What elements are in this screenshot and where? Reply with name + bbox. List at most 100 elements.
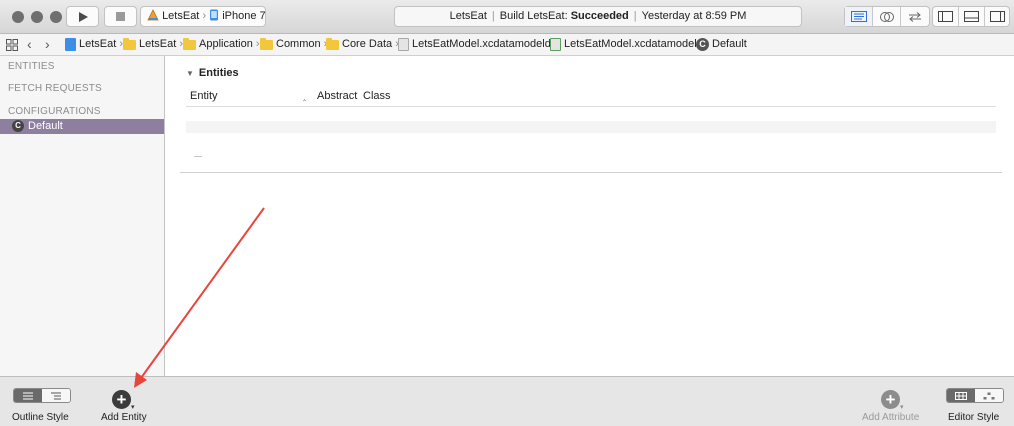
status-build-prefix: Build LetsEat: bbox=[499, 10, 568, 22]
jumpbar-item-application[interactable]: Application › bbox=[183, 34, 260, 55]
add-entity-button[interactable]: + bbox=[112, 390, 131, 409]
graph-style-button[interactable] bbox=[975, 389, 1003, 402]
toggle-navigator-button[interactable] bbox=[933, 7, 959, 26]
app-target-icon bbox=[147, 9, 159, 28]
jumpbar-label: LetsEatModel.xcdatamodeld bbox=[412, 38, 551, 50]
editor-style-toggle[interactable] bbox=[946, 388, 1004, 403]
editor-bottom-bar: Outline Style + ▾ Add Entity + ▾ Add Att… bbox=[0, 376, 1014, 426]
configuration-label: Default bbox=[28, 120, 63, 132]
scheme-project-label: LetsEat bbox=[162, 10, 200, 22]
editor-mode-segmented-control bbox=[844, 6, 930, 27]
outline-flat-button[interactable] bbox=[14, 389, 42, 402]
bottom-panel-icon bbox=[964, 11, 979, 22]
toggle-utilities-button[interactable] bbox=[985, 7, 1009, 26]
section-title-label: Entities bbox=[198, 67, 239, 79]
jumpbar-item-group[interactable]: LetsEat › bbox=[123, 34, 183, 55]
add-attribute-button[interactable]: + bbox=[881, 390, 900, 409]
panel-visibility-control bbox=[932, 6, 1010, 27]
model-outline-sidebar: ENTITIES FETCH REQUESTS CONFIGURATIONS C… bbox=[0, 56, 165, 376]
grid-icon bbox=[6, 38, 18, 51]
scheme-device-label: iPhone 7 bbox=[222, 10, 266, 22]
chevron-down-icon: ▾ bbox=[900, 404, 904, 411]
editor-style-label: Editor Style bbox=[948, 412, 1000, 423]
folder-icon bbox=[260, 37, 273, 50]
column-header-abstract[interactable]: Abstract bbox=[317, 86, 357, 107]
standard-editor-icon bbox=[850, 11, 867, 22]
standard-editor-button[interactable] bbox=[845, 7, 873, 26]
configuration-item-default[interactable]: C Default bbox=[0, 119, 164, 134]
minimize-window-button[interactable] bbox=[31, 11, 43, 23]
table-row[interactable] bbox=[186, 121, 996, 133]
jumpbar-label: LetsEat bbox=[139, 38, 177, 50]
status-project: LetsEat bbox=[449, 10, 487, 22]
status-build-result: Succeeded bbox=[570, 10, 629, 22]
table-icon bbox=[955, 391, 967, 400]
project-icon bbox=[65, 38, 76, 51]
column-header-entity[interactable]: Entity bbox=[190, 86, 218, 107]
outline-hierarchy-button[interactable] bbox=[42, 389, 70, 402]
sort-ascending-icon: ‸ bbox=[303, 91, 307, 101]
chevron-right-icon: › bbox=[202, 10, 207, 22]
entities-table: Entity ‸ Abstract Class bbox=[186, 86, 996, 133]
jumpbar-item-common[interactable]: Common › bbox=[260, 34, 327, 55]
configurations-section-header[interactable]: CONFIGURATIONS bbox=[8, 106, 101, 117]
entities-section-title[interactable]: ▼ Entities bbox=[186, 67, 239, 79]
jumpbar-item-core-data[interactable]: Core Data › bbox=[326, 34, 399, 55]
chevron-down-icon: ▾ bbox=[131, 404, 135, 411]
column-header-class[interactable]: Class bbox=[363, 86, 391, 107]
list-icon bbox=[23, 392, 33, 399]
assistant-editor-icon bbox=[879, 11, 894, 22]
stop-icon bbox=[116, 12, 125, 21]
folder-icon bbox=[326, 37, 339, 50]
related-items-button[interactable] bbox=[6, 34, 18, 55]
jump-bar: ‹ › LetsEat › LetsEat › Application › Co… bbox=[0, 34, 1014, 56]
section-divider bbox=[180, 172, 1002, 173]
status-timestamp: Yesterday at 8:59 PM bbox=[641, 10, 747, 22]
hierarchy-list-icon bbox=[51, 392, 61, 399]
add-entity-label: Add Entity bbox=[101, 412, 147, 423]
play-icon bbox=[79, 12, 88, 22]
scheme-selector[interactable]: LetsEat › iPhone 7 bbox=[140, 6, 266, 27]
outline-style-toggle[interactable] bbox=[13, 388, 71, 403]
run-button[interactable] bbox=[66, 6, 99, 27]
forward-button[interactable]: › bbox=[45, 34, 50, 55]
left-panel-icon bbox=[938, 11, 953, 22]
configuration-icon: C bbox=[12, 120, 24, 132]
back-button[interactable]: ‹ bbox=[27, 34, 32, 55]
stop-button[interactable] bbox=[104, 6, 137, 27]
iphone-device-icon bbox=[209, 9, 219, 28]
table-header: Entity ‸ Abstract Class bbox=[186, 86, 996, 107]
configuration-icon: C bbox=[696, 38, 709, 51]
close-window-button[interactable] bbox=[12, 11, 24, 23]
graph-icon bbox=[983, 392, 995, 399]
jumpbar-item-project[interactable]: LetsEat › bbox=[65, 34, 123, 55]
folder-icon bbox=[183, 37, 196, 50]
disclosure-triangle-icon: ▼ bbox=[186, 69, 194, 78]
jumpbar-label: Application bbox=[199, 38, 253, 50]
toggle-debug-area-button[interactable] bbox=[959, 7, 985, 26]
outline-style-label: Outline Style bbox=[12, 412, 69, 423]
zoom-window-button[interactable] bbox=[50, 11, 62, 23]
jumpbar-label: Common bbox=[276, 38, 321, 50]
entities-section-header[interactable]: ENTITIES bbox=[8, 61, 55, 72]
table-style-button[interactable] bbox=[947, 389, 975, 402]
jumpbar-item-default[interactable]: C Default bbox=[696, 34, 747, 55]
jumpbar-label: Core Data bbox=[342, 38, 393, 50]
fetch-requests-section-header[interactable]: FETCH REQUESTS bbox=[8, 83, 102, 94]
jumpbar-item-xcdatamodeld[interactable]: LetsEatModel.xcdatamodeld › bbox=[398, 34, 558, 55]
data-model-file-icon bbox=[550, 38, 561, 51]
jumpbar-label: Default bbox=[712, 38, 747, 50]
table-row[interactable] bbox=[186, 107, 996, 121]
folder-icon bbox=[123, 37, 136, 50]
data-model-bundle-icon bbox=[398, 38, 409, 51]
right-panel-icon bbox=[989, 11, 1005, 22]
data-model-editor: ▼ Entities Entity ‸ Abstract Class bbox=[166, 56, 1014, 376]
jumpbar-label: LetsEatModel.xcdatamodel bbox=[564, 38, 697, 50]
table-placeholder-dash bbox=[194, 156, 202, 157]
activity-status-view: LetsEat | Build LetsEat: Succeeded | Yesterd… bbox=[394, 6, 802, 27]
jumpbar-label: LetsEat bbox=[79, 38, 117, 50]
assistant-editor-button[interactable] bbox=[873, 7, 901, 26]
version-editor-button[interactable] bbox=[901, 7, 929, 26]
window-toolbar: LetsEat › iPhone 7 LetsEat | Build LetsEat… bbox=[0, 0, 1014, 34]
jumpbar-item-xcdatamodel[interactable]: LetsEatModel.xcdatamodel › bbox=[550, 34, 703, 55]
